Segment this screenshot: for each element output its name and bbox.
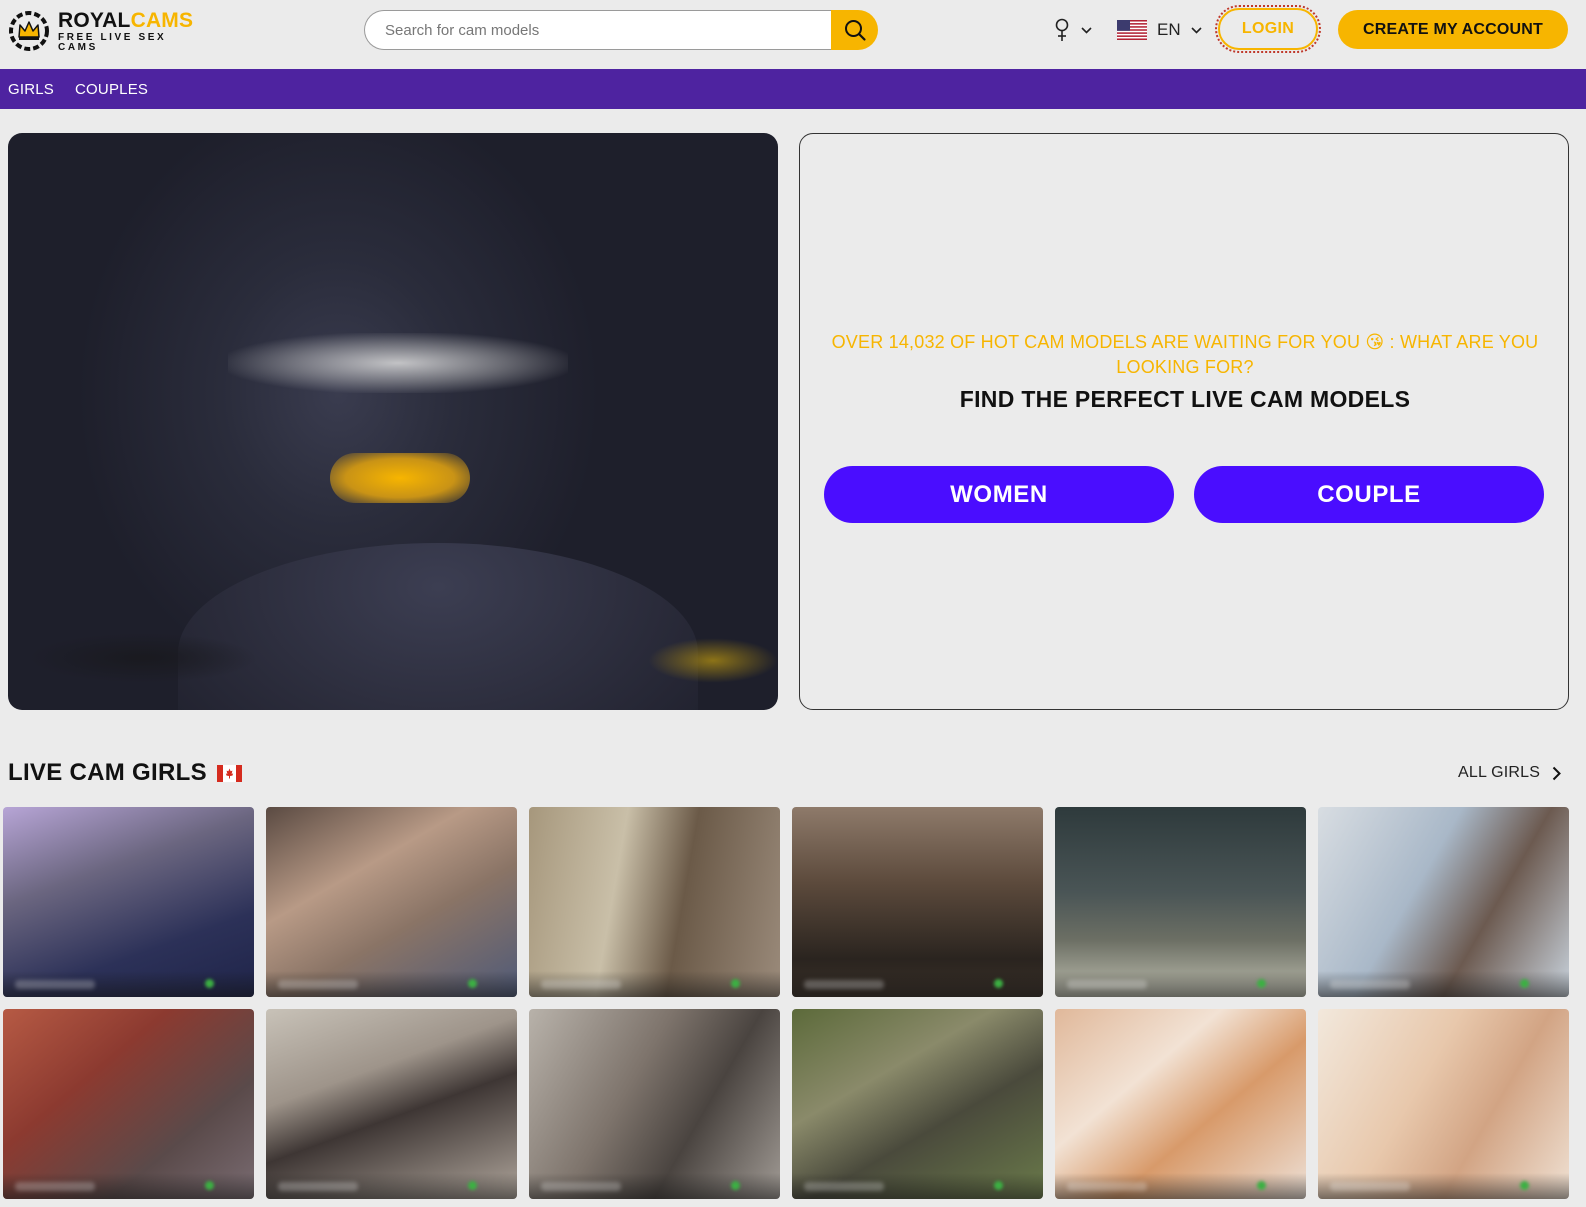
model-tile[interactable] bbox=[1055, 1009, 1306, 1199]
crown-icon bbox=[9, 11, 49, 51]
online-status-dot bbox=[205, 979, 214, 988]
logo-name-part2: CAMS bbox=[130, 8, 194, 32]
logo-tagline: FREE LIVE SEX CAMS bbox=[58, 31, 167, 53]
model-tile[interactable] bbox=[266, 807, 517, 997]
model-tile[interactable] bbox=[1055, 807, 1306, 997]
model-tile[interactable] bbox=[529, 807, 780, 997]
language-select[interactable]: EN bbox=[1117, 16, 1202, 44]
hero-subtitle: OVER 14,032 OF HOT CAM MODELS ARE WAITIN… bbox=[831, 332, 1539, 377]
model-tile[interactable] bbox=[1318, 807, 1569, 997]
category-nav: GIRLS COUPLES bbox=[0, 69, 1586, 109]
us-flag-icon bbox=[1117, 20, 1147, 40]
online-status-dot bbox=[1520, 1181, 1529, 1190]
online-status-dot bbox=[468, 1181, 477, 1190]
gender-select[interactable] bbox=[1055, 16, 1092, 44]
model-tile[interactable] bbox=[266, 1009, 517, 1199]
canada-flag-icon bbox=[216, 764, 242, 782]
hero-title: FIND THE PERFECT LIVE CAM MODELS bbox=[959, 386, 1411, 412]
online-status-dot bbox=[994, 1181, 1003, 1190]
hero-panel: OVER 14,032 OF HOT CAM MODELS ARE WAITIN… bbox=[799, 133, 1569, 710]
search-button[interactable] bbox=[831, 10, 878, 50]
language-label: EN bbox=[1157, 20, 1181, 39]
nav-item-girls[interactable]: GIRLS bbox=[8, 81, 54, 98]
site-header: ROYALCAMS FREE LIVE SEX CAMS Search for … bbox=[0, 0, 1586, 69]
model-tile[interactable] bbox=[3, 807, 254, 997]
search-bar bbox=[364, 10, 878, 50]
model-tile[interactable] bbox=[529, 1009, 780, 1199]
women-button[interactable]: WOMEN bbox=[824, 466, 1174, 523]
featured-stream-preview[interactable] bbox=[8, 133, 778, 710]
online-status-dot bbox=[731, 1181, 740, 1190]
login-button[interactable]: LOGIN bbox=[1215, 5, 1321, 53]
female-symbol-icon bbox=[1055, 18, 1069, 41]
model-tile[interactable] bbox=[792, 807, 1043, 997]
all-girls-label: ALL GIRLS bbox=[1458, 764, 1541, 781]
logo-name-part1: ROYAL bbox=[58, 8, 131, 32]
online-status-dot bbox=[468, 979, 477, 988]
search-icon bbox=[844, 20, 866, 41]
online-status-dot bbox=[1520, 979, 1529, 988]
model-tile[interactable] bbox=[1318, 1009, 1569, 1199]
model-tile[interactable] bbox=[792, 1009, 1043, 1199]
model-grid bbox=[3, 807, 1569, 1207]
chevron-down-icon bbox=[1081, 26, 1092, 34]
model-tile[interactable] bbox=[3, 1009, 254, 1199]
create-account-button[interactable]: CREATE MY ACCOUNT bbox=[1338, 10, 1568, 49]
nav-item-couples[interactable]: COUPLES bbox=[75, 81, 148, 98]
online-status-dot bbox=[1257, 1181, 1266, 1190]
all-girls-link[interactable]: ALL GIRLS bbox=[1458, 760, 1562, 786]
site-logo[interactable]: ROYALCAMS FREE LIVE SEX CAMS bbox=[8, 10, 198, 52]
chevron-right-icon bbox=[1552, 766, 1562, 780]
search-input[interactable] bbox=[364, 10, 834, 50]
online-status-dot bbox=[205, 1181, 214, 1190]
section-title: LIVE CAM GIRLS bbox=[8, 758, 242, 788]
online-status-dot bbox=[994, 979, 1003, 988]
online-status-dot bbox=[1257, 979, 1266, 988]
section-title-text: LIVE CAM GIRLS bbox=[8, 759, 207, 786]
couple-button[interactable]: COUPLE bbox=[1194, 466, 1544, 523]
online-status-dot bbox=[731, 979, 740, 988]
chevron-down-icon bbox=[1191, 26, 1202, 34]
